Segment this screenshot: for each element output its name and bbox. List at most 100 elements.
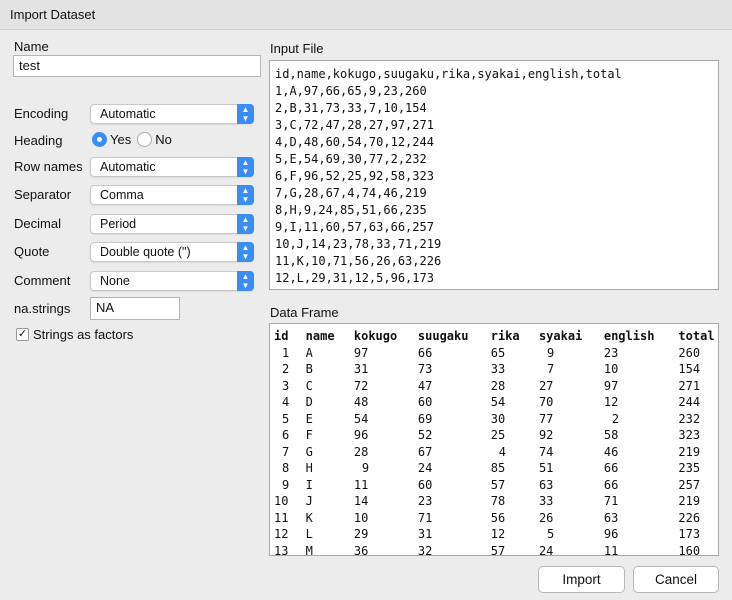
input-line: 11,K,10,71,56,26,63,226 (275, 254, 442, 268)
quote-select[interactable]: Double quote (") ▲ ▼ (90, 242, 254, 262)
table-cell: 7 (282, 444, 290, 459)
table-cell: 52 (417, 428, 433, 442)
table-cell: 46 (603, 444, 619, 459)
strings-factors-checkbox[interactable]: ✓ (16, 328, 29, 341)
table-cell: M (305, 543, 313, 556)
table-row: 11 K 10 71 56 26 63 226 (274, 510, 718, 527)
column-header: suugaku (417, 329, 469, 343)
column-header: rika (490, 329, 520, 343)
table-row: 3 C 72 47 28 27 97 271 (274, 378, 718, 395)
column-header: english (603, 329, 655, 343)
decimal-select[interactable]: Period ▲ ▼ (90, 214, 254, 234)
table-cell: H (305, 461, 313, 475)
table-cell: J (305, 494, 313, 508)
table-cell: K (305, 510, 313, 525)
encoding-select[interactable]: Automatic ▲ ▼ (90, 104, 254, 124)
table-cell: 235 (678, 461, 701, 475)
table-cell: 32 (417, 543, 433, 556)
table-cell: 232 (678, 411, 701, 426)
table-cell: 14 (353, 494, 369, 508)
heading-label: Heading (14, 133, 63, 148)
table-cell: 47 (417, 378, 433, 393)
table-cell: 69 (417, 411, 433, 426)
table-cell: 12 (274, 527, 289, 541)
table-cell: A (305, 345, 313, 360)
input-line: 7,G,28,67,4,74,46,219 (275, 186, 427, 200)
table-cell: 24 (417, 461, 433, 475)
heading-no-radio[interactable] (137, 132, 153, 147)
table-cell: 30 (490, 411, 506, 426)
nastrings-label: na.strings (14, 301, 71, 316)
input-line: 5,E,54,69,30,77,2,232 (275, 152, 427, 166)
table-cell: 78 (490, 494, 506, 508)
table-cell: 24 (538, 543, 554, 556)
table-cell: 5 (546, 527, 555, 541)
table-cell: 4 (498, 444, 506, 459)
table-cell: 23 (417, 494, 433, 508)
table-cell: 70 (538, 395, 554, 409)
table-cell: 51 (538, 461, 554, 475)
input-line: 3,C,72,47,28,27,97,271 (275, 118, 434, 132)
chevron-updown-icon: ▲ ▼ (237, 157, 254, 177)
nastrings-input[interactable]: NA (90, 297, 180, 320)
cancel-button[interactable]: Cancel (633, 566, 719, 593)
table-cell: 96 (353, 428, 369, 442)
table-cell: 10 (603, 362, 619, 376)
quote-value: Double quote (") (100, 245, 191, 259)
heading-yes-radio[interactable] (92, 132, 107, 147)
table-row: 7 G 28 67 4 74 46 219 (274, 444, 718, 461)
table-cell: 5 (282, 411, 290, 426)
table-cell: 6 (282, 428, 290, 442)
input-line: 12,L,29,31,12,5,96,173 (275, 271, 434, 285)
table-cell: 31 (353, 362, 369, 376)
input-line: 4,D,48,60,54,70,12,244 (275, 135, 434, 149)
table-cell: 97 (353, 345, 369, 360)
separator-select[interactable]: Comma ▲ ▼ (90, 185, 254, 205)
table-cell: 31 (417, 527, 433, 541)
table-cell: 1 (282, 345, 290, 360)
strings-factors-label: Strings as factors (33, 327, 134, 342)
table-cell: 33 (490, 362, 506, 376)
table-cell: 63 (603, 510, 619, 525)
table-cell: 72 (353, 378, 369, 393)
input-line: 8,H,9,24,85,51,66,235 (275, 203, 427, 217)
column-header: total (678, 329, 715, 343)
table-cell: 323 (678, 428, 701, 442)
chevron-updown-icon: ▲ ▼ (237, 271, 254, 291)
input-file-preview[interactable]: id,name,kokugo,suugaku,rika,syakai,engli… (269, 60, 719, 290)
heading-no-label: No (155, 132, 172, 147)
table-cell: L (305, 527, 313, 541)
table-row: 8 H 9 24 85 51 66 235 (274, 460, 718, 477)
table-cell: 2 (282, 362, 290, 376)
rownames-select[interactable]: Automatic ▲ ▼ (90, 157, 254, 177)
column-header: id (274, 329, 289, 343)
heading-yes-label: Yes (110, 132, 132, 147)
table-cell: 219 (678, 444, 701, 459)
table-cell: 226 (678, 510, 701, 525)
table-cell: 28 (490, 378, 506, 393)
table-cell: 160 (678, 543, 701, 556)
table-cell: 73 (417, 362, 433, 376)
comment-select[interactable]: None ▲ ▼ (90, 271, 254, 291)
separator-value: Comma (100, 188, 144, 202)
table-cell: 66 (417, 345, 433, 360)
encoding-label: Encoding (14, 106, 69, 121)
table-cell: 23 (603, 345, 619, 360)
table-row: 2 B 31 73 33 7 10 154 (274, 361, 718, 378)
table-cell: 3 (282, 378, 290, 393)
table-cell: 66 (603, 461, 619, 475)
table-row: 6 F 96 52 25 92 58 323 (274, 427, 718, 444)
import-button[interactable]: Import (538, 566, 625, 593)
table-cell: 56 (490, 510, 506, 525)
rownames-value: Automatic (100, 160, 156, 174)
table-cell: 12 (603, 395, 619, 409)
chevron-updown-icon: ▲ ▼ (237, 104, 254, 124)
table-cell: 60 (417, 477, 433, 492)
data-frame-preview[interactable]: id name kokugo suugaku rika syakai english tota… (269, 323, 719, 556)
table-cell: 48 (353, 395, 369, 409)
input-line: id,name,kokugo,suugaku,rika,syakai,engli… (275, 67, 622, 81)
input-line: 13,M,36,32,57,24,11,160 (275, 287, 713, 289)
table-cell: 244 (678, 395, 701, 409)
encoding-value: Automatic (100, 107, 156, 121)
name-input[interactable]: test (13, 55, 261, 77)
